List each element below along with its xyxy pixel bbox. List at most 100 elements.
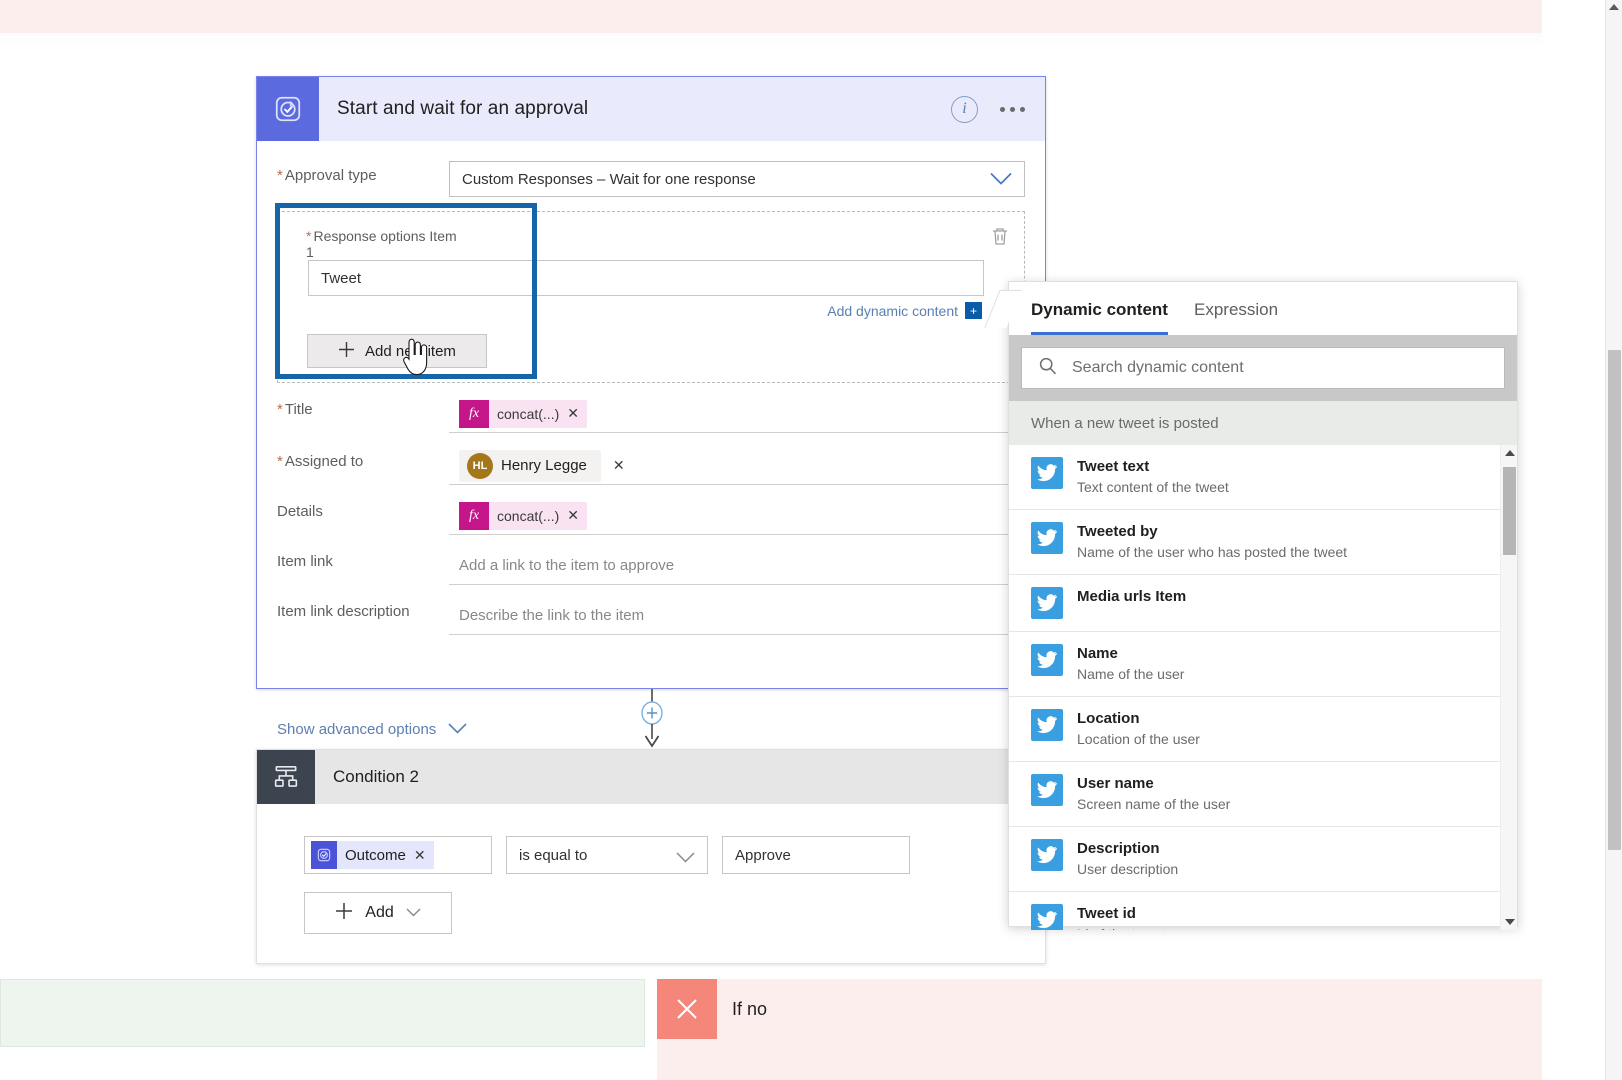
details-control: fx concat(...) ✕ (449, 497, 1025, 535)
tab-expression[interactable]: Expression (1194, 300, 1278, 335)
plus-circle-icon (641, 701, 663, 725)
fx-icon: fx (459, 501, 489, 530)
dynamic-content-item[interactable]: Tweeted by Name of the user who has poste… (1009, 510, 1517, 575)
scroll-up-icon[interactable] (1609, 4, 1619, 10)
twitter-icon (1031, 522, 1063, 554)
add-dynamic-content-link[interactable]: Add dynamic content + (827, 302, 982, 319)
if-no-label: If no (732, 999, 768, 1019)
search-placeholder: Search dynamic content (1072, 359, 1244, 376)
approval-action-card: Start and wait for an approval i * Approv… (256, 76, 1046, 738)
approval-type-value: Custom Responses – Wait for one response (462, 170, 756, 188)
item-link-placeholder: Add a link to the item to approve (459, 557, 675, 574)
close-icon[interactable]: ✕ (567, 405, 587, 422)
dynamic-content-item[interactable]: Tweet id Id of the tweet (1009, 892, 1517, 930)
chevron-down-icon (676, 850, 695, 867)
if-no-branch: If no (657, 979, 1542, 1080)
info-icon[interactable]: i (951, 95, 978, 123)
details-input[interactable]: fx concat(...) ✕ (449, 497, 1025, 535)
chevron-down-icon (448, 721, 467, 738)
dynamic-content-scrollbar[interactable] (1500, 445, 1517, 930)
twitter-icon (1031, 644, 1063, 676)
dynamic-content-item[interactable]: Location Location of the user (1009, 697, 1517, 762)
item-link-description-input[interactable]: Describe the link to the item (449, 597, 1025, 635)
dynamic-content-item-subtitle: User description (1077, 861, 1179, 877)
close-icon[interactable]: ✕ (601, 457, 633, 474)
add-new-item-button[interactable]: Add new item (307, 334, 487, 368)
browser-scrollbar[interactable] (1605, 0, 1622, 1080)
condition-card-body: Outcome ✕ is equal to Approve Add (257, 804, 1045, 934)
dynamic-content-item[interactable]: Description User description (1009, 827, 1517, 892)
twitter-icon (1031, 904, 1063, 930)
dynamic-content-item[interactable]: Media urls Item (1009, 575, 1517, 632)
dynamic-content-item[interactable]: Name Name of the user (1009, 632, 1517, 697)
condition-operator-value: is equal to (519, 846, 588, 864)
scroll-down-icon[interactable] (1505, 919, 1515, 925)
response-options-group: * Response options Item 1 Tweet Add dyna… (277, 211, 1025, 383)
dynamic-content-item-title: User name (1077, 775, 1154, 792)
condition-icon (257, 750, 315, 804)
dynamic-content-item[interactable]: User name Screen name of the user (1009, 762, 1517, 827)
approval-card-header[interactable]: Start and wait for an approval i (257, 77, 1045, 141)
dynamic-content-items: Tweet text Text content of the tweet Tweet… (1009, 445, 1517, 930)
details-token-chip[interactable]: fx concat(...) ✕ (459, 501, 587, 530)
search-input[interactable]: Search dynamic content (1021, 347, 1505, 389)
approvals-icon (311, 841, 337, 869)
response-options-index: 1 (306, 244, 314, 260)
person-chip[interactable]: HL Henry Legge (459, 449, 601, 482)
condition-left-operand[interactable]: Outcome ✕ (304, 836, 492, 874)
dynamic-content-item-title: Description (1077, 840, 1160, 857)
title-input[interactable]: fx concat(...) ✕ (449, 395, 1025, 433)
condition-operator-select[interactable]: is equal to (506, 836, 708, 874)
x-icon (657, 979, 717, 1039)
details-token-text: concat(...) (497, 507, 560, 524)
close-icon[interactable]: ✕ (567, 507, 587, 524)
assigned-to-input[interactable]: HL Henry Legge ✕ (449, 447, 1025, 485)
approval-card-body: * Approval type Custom Responses – Wait f… (257, 161, 1045, 738)
trash-icon[interactable] (988, 224, 1014, 250)
dynamic-content-item-title: Media urls Item (1077, 588, 1187, 605)
title-token-chip[interactable]: fx concat(...) ✕ (459, 399, 587, 428)
close-icon[interactable]: ✕ (414, 847, 434, 864)
twitter-icon (1031, 457, 1063, 489)
dynamic-content-item-subtitle: Text content of the tweet (1077, 479, 1229, 495)
search-icon (1038, 356, 1058, 381)
dynamic-content-item-subtitle: Name of the user (1077, 666, 1185, 682)
show-advanced-options-label: Show advanced options (277, 721, 437, 738)
approval-type-select[interactable]: Custom Responses – Wait for one response (449, 161, 1025, 197)
browser-scrollbar-thumb[interactable] (1608, 350, 1621, 850)
outcome-token[interactable]: Outcome ✕ (311, 841, 434, 869)
dynamic-content-scrollbar-thumb[interactable] (1503, 467, 1516, 555)
title-label: * Title (277, 401, 313, 418)
show-advanced-options-link[interactable]: Show advanced options (277, 721, 467, 738)
response-options-input[interactable]: Tweet (308, 260, 984, 296)
mouse-cursor (400, 338, 430, 381)
tab-dynamic-content[interactable]: Dynamic content (1031, 300, 1168, 335)
top-banner (0, 0, 1542, 33)
person-name: Henry Legge (501, 457, 587, 474)
condition-value-input[interactable]: Approve (722, 836, 910, 874)
flow-designer-canvas: Start and wait for an approval i * Approv… (0, 0, 1622, 1080)
dynamic-content-item-subtitle: Name of the user who has posted the twee… (1077, 544, 1348, 560)
dynamic-content-item-title: Tweet id (1077, 905, 1136, 922)
condition-card-header[interactable]: Condition 2 (257, 750, 1045, 804)
title-row: * Title fx concat(...) ✕ (277, 395, 1025, 433)
item-link-description-row: Item link description Describe the link … (277, 597, 1025, 635)
item-link-control: Add a link to the item to approve (449, 547, 1025, 585)
dynamic-content-item-title: Tweeted by (1077, 523, 1158, 540)
if-yes-branch (0, 979, 645, 1047)
dynamic-content-item[interactable]: Tweet text Text content of the tweet (1009, 445, 1517, 510)
item-link-input[interactable]: Add a link to the item to approve (449, 547, 1025, 585)
item-link-label: Item link (277, 553, 333, 570)
title-token-text: concat(...) (497, 405, 560, 422)
ellipsis-icon[interactable] (1000, 106, 1031, 112)
plus-icon (338, 341, 355, 362)
assigned-to-control: HL Henry Legge ✕ (449, 447, 1025, 485)
plus-badge-icon[interactable]: + (965, 302, 982, 319)
scroll-up-icon[interactable] (1505, 450, 1515, 456)
dynamic-content-item-subtitle: Screen name of the user (1077, 796, 1231, 812)
condition-add-button[interactable]: Add (304, 892, 452, 934)
plus-icon (335, 902, 353, 925)
dynamic-content-panel: Dynamic content Expression Search dynami… (984, 281, 1518, 930)
chevron-down-icon[interactable] (990, 172, 1012, 186)
add-dynamic-content-label: Add dynamic content (827, 302, 958, 319)
